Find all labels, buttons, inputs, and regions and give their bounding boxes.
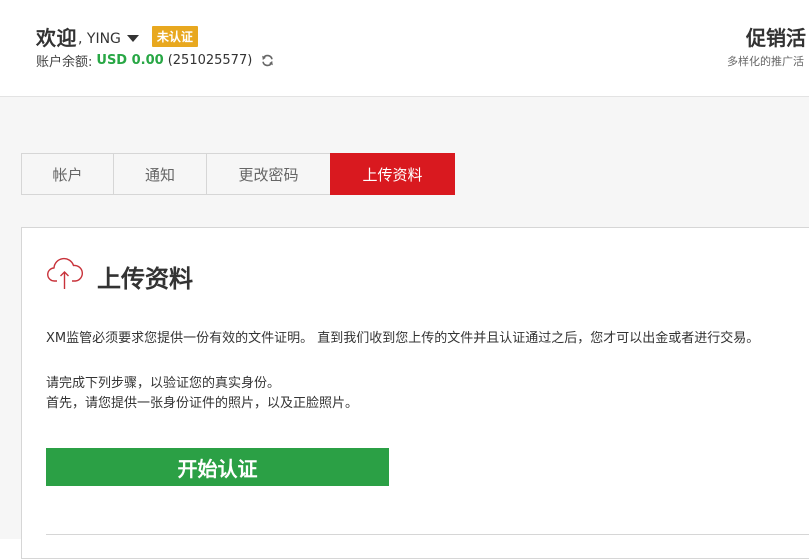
upload-documents-panel: 上传资料 XM监管必须要求您提供一份有效的文件证明。 直到我们收到您上传的文件并… — [21, 227, 809, 559]
regulation-notice: XM监管必须要求您提供一份有效的文件证明。 直到我们收到您上传的文件并且认证通过… — [46, 331, 760, 346]
start-verification-button[interactable]: 开始认证 — [46, 448, 389, 486]
promotions-subtitle: 多样化的推广活 — [727, 55, 804, 68]
tab-change-password[interactable]: 更改密码 — [206, 153, 331, 195]
tab-account[interactable]: 帐户 — [21, 153, 114, 195]
balance-label: 账户余额: — [36, 55, 93, 70]
top-header: 欢迎 , YING 未认证 账户余额: USD 0.00 (251025577)… — [0, 0, 809, 97]
instruction-line-2: 首先，请您提供一张身份证件的照片，以及正脸照片。 — [46, 396, 359, 411]
account-number: (251025577) — [167, 53, 253, 68]
tab-notifications[interactable]: 通知 — [113, 153, 207, 195]
instruction-line-1: 请完成下列步骤，以验证您的真实身份。 — [46, 376, 281, 391]
username[interactable]: , YING — [78, 31, 121, 47]
panel-title: 上传资料 — [97, 265, 193, 293]
tab-upload-documents[interactable]: 上传资料 — [330, 153, 455, 195]
verification-status-badge: 未认证 — [151, 26, 198, 47]
greeting[interactable]: 欢迎 , YING 未认证 — [36, 22, 198, 51]
refresh-icon[interactable] — [261, 54, 274, 67]
profile-tabs: 帐户 通知 更改密码 上传资料 — [21, 153, 455, 195]
promotions-title[interactable]: 促销活 — [746, 22, 806, 51]
welcome-text: 欢迎 — [36, 26, 77, 50]
caret-down-icon[interactable] — [126, 34, 139, 42]
cloud-upload-icon — [46, 254, 84, 296]
balance-amount: USD 0.00 — [96, 53, 164, 68]
divider — [46, 534, 809, 535]
account-balance: 账户余额: USD 0.00 (251025577) — [36, 51, 274, 70]
